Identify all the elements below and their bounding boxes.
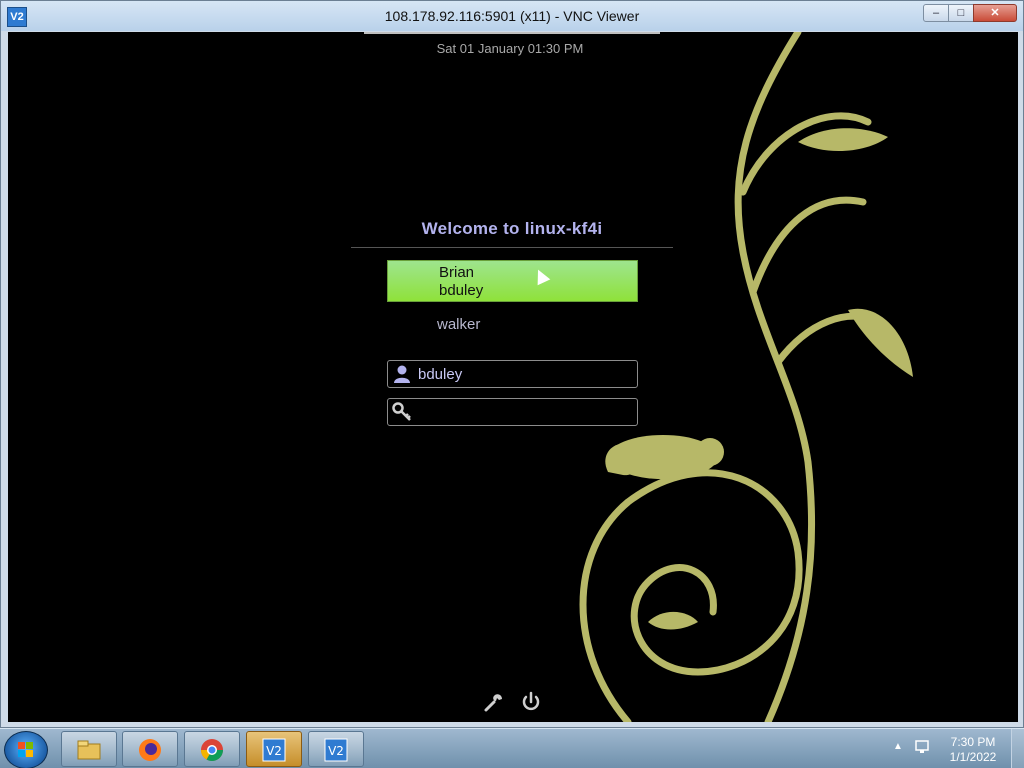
svg-text:V2: V2 xyxy=(266,744,282,758)
network-icon[interactable] xyxy=(914,739,932,755)
vnc-viewer-window: V2 108.178.92.116:5901 (x11) - VNC Viewe… xyxy=(0,0,1024,728)
taskbar-firefox[interactable] xyxy=(122,731,178,767)
user-list-item-brian[interactable]: Brian bduley xyxy=(387,260,638,302)
start-button[interactable] xyxy=(4,731,48,768)
title-bar[interactable]: V2 108.178.92.116:5901 (x11) - VNC Viewe… xyxy=(1,1,1023,31)
divider xyxy=(351,247,673,248)
maximize-button[interactable]: □ xyxy=(948,4,974,22)
key-icon xyxy=(392,402,411,421)
power-icon[interactable] xyxy=(520,691,542,713)
username-field[interactable]: bduley xyxy=(387,360,638,388)
taskbar-vnc-viewer-active[interactable]: V2 xyxy=(246,731,302,767)
clock-date: 1/1/2022 xyxy=(949,750,997,764)
remote-screen[interactable]: Sat 01 January 01:30 PM Welcome to linux… xyxy=(8,32,1018,722)
mouse-cursor-icon xyxy=(531,266,551,286)
taskbar: V2 V2 ▲ 7:30 PM 1/1/2022 xyxy=(0,728,1024,768)
username-value: bduley xyxy=(418,366,463,383)
vnc-viewer-icon: V2 xyxy=(262,738,286,762)
top-panel-strip xyxy=(364,32,660,34)
welcome-heading: Welcome to linux-kf4i xyxy=(421,219,603,238)
clock-time: 7:30 PM xyxy=(950,735,996,749)
show-desktop-button[interactable] xyxy=(1011,729,1024,768)
windows-logo-icon xyxy=(18,742,33,757)
user-icon xyxy=(394,365,410,383)
close-button[interactable]: ✕ xyxy=(973,4,1017,22)
user-login-name: bduley xyxy=(439,282,484,299)
minimize-button[interactable]: – xyxy=(923,4,949,22)
wrench-icon[interactable] xyxy=(483,691,505,713)
system-clock[interactable]: 7:30 PM 1/1/2022 xyxy=(938,735,1008,765)
taskbar-file-explorer[interactable] xyxy=(61,731,117,767)
firefox-icon xyxy=(139,739,161,761)
chrome-icon xyxy=(201,739,223,761)
svg-text:V2: V2 xyxy=(328,744,344,758)
file-explorer-icon xyxy=(77,740,101,760)
taskbar-chrome[interactable] xyxy=(184,731,240,767)
show-hidden-icons-icon[interactable]: ▲ xyxy=(893,741,903,752)
taskbar-vnc-viewer[interactable]: V2 xyxy=(308,731,364,767)
vnc-viewer-icon: V2 xyxy=(324,738,348,762)
password-field[interactable] xyxy=(387,398,638,426)
window-title: 108.178.92.116:5901 (x11) - VNC Viewer xyxy=(384,8,640,24)
greeter-clock: Sat 01 January 01:30 PM xyxy=(436,41,584,56)
user-display-name: Brian xyxy=(439,264,475,281)
user-list-item-walker[interactable]: walker xyxy=(437,316,480,333)
